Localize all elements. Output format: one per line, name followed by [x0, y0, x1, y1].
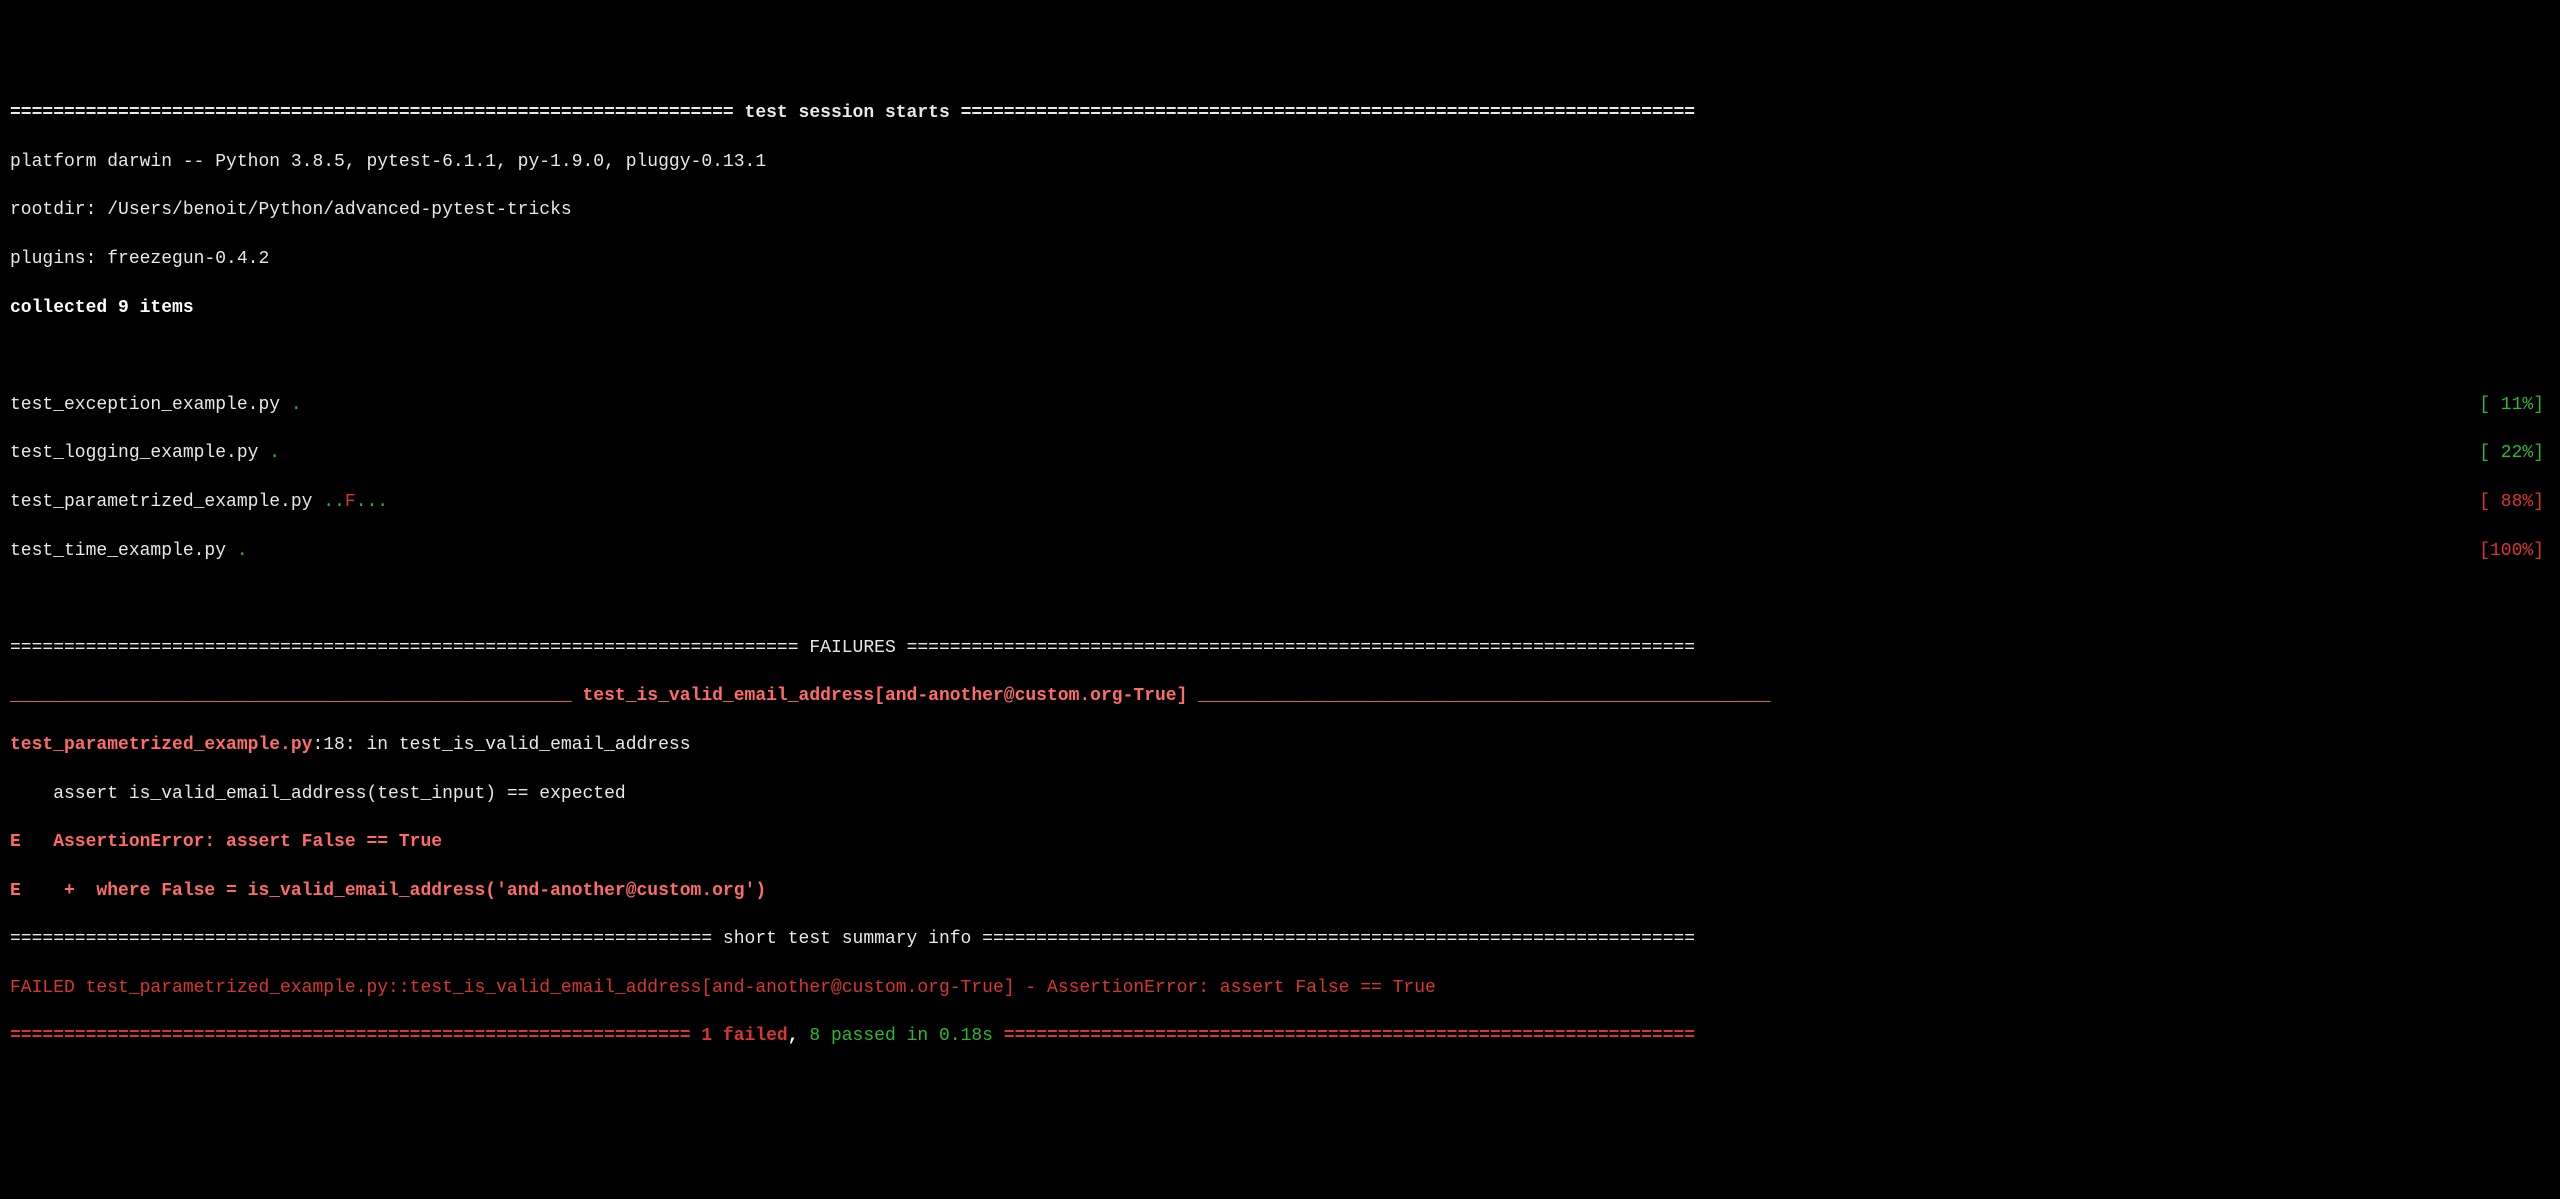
- plugins-line: plugins: freezegun-0.4.2: [10, 247, 2550, 271]
- blank-line: [10, 344, 2550, 368]
- test-result-row: test_time_example.py .[100%]: [10, 539, 2550, 563]
- error-line: E AssertionError: assert False == True: [10, 830, 2550, 854]
- test-result-row: test_exception_example.py .[ 11%]: [10, 393, 2550, 417]
- platform-line: platform darwin -- Python 3.8.5, pytest-…: [10, 150, 2550, 174]
- blank-line: [10, 587, 2550, 611]
- trace-location: test_parametrized_example.py:18: in test…: [10, 733, 2550, 757]
- summary-section-rule: ========================================…: [10, 927, 2550, 951]
- failed-summary-line: FAILED test_parametrized_example.py::tes…: [10, 976, 2550, 1000]
- failure-test-title-rule: ________________________________________…: [10, 684, 2550, 708]
- test-result-row: test_parametrized_example.py ..F...[ 88%…: [10, 490, 2550, 514]
- final-summary-rule: ========================================…: [10, 1024, 2550, 1048]
- terminal-output: ========================================…: [10, 77, 2550, 1073]
- session-header-rule: ========================================…: [10, 101, 2550, 125]
- collected-line: collected 9 items: [10, 296, 2550, 320]
- rootdir-line: rootdir: /Users/benoit/Python/advanced-p…: [10, 198, 2550, 222]
- test-result-row: test_logging_example.py .[ 22%]: [10, 441, 2550, 465]
- trace-assert-line: assert is_valid_email_address(test_input…: [10, 782, 2550, 806]
- error-line: E + where False = is_valid_email_address…: [10, 879, 2550, 903]
